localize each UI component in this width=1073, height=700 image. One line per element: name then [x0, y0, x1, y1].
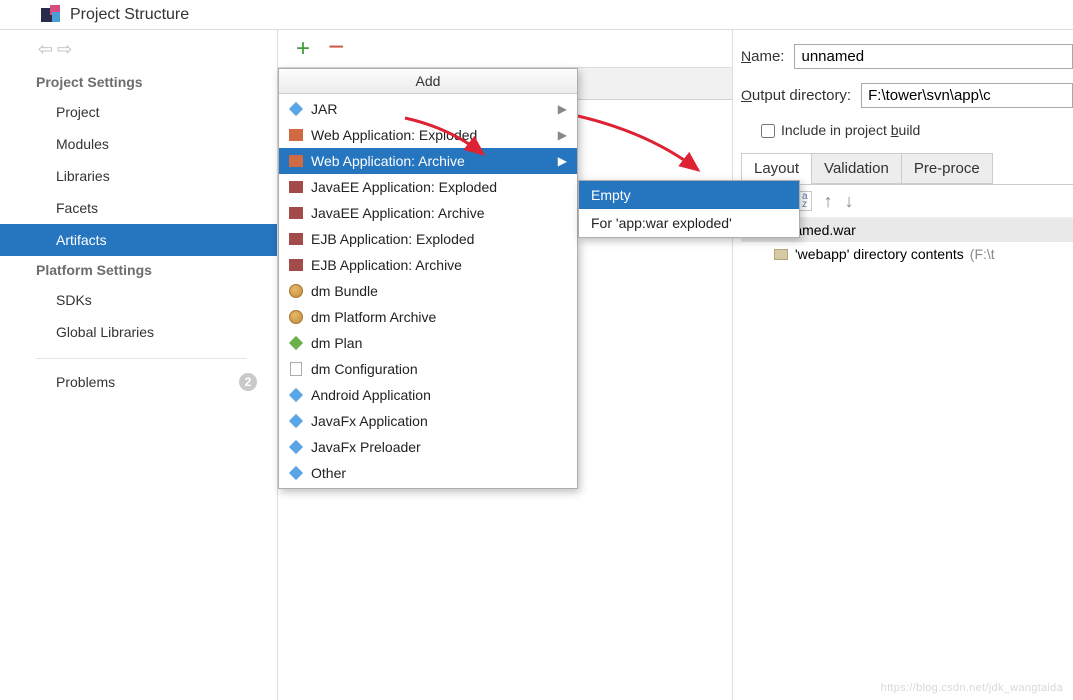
tab-preprocessing[interactable]: Pre-proce — [901, 153, 993, 184]
problems-count-badge: 2 — [239, 373, 257, 391]
artifact-details-panel: Name: Output directory: Include in proje… — [733, 30, 1073, 700]
menu-item-dm-configuration[interactable]: dm Configuration — [279, 356, 577, 382]
submenu-empty[interactable]: Empty — [579, 181, 799, 209]
diamond-icon — [287, 464, 305, 482]
window-title: Project Structure — [70, 6, 189, 24]
sidebar-item-artifacts[interactable]: Artifacts — [0, 224, 277, 256]
menu-item-javafx-preloader[interactable]: JavaFx Preloader — [279, 434, 577, 460]
menu-item-javaee-archive[interactable]: JavaEE Application: Archive — [279, 200, 577, 226]
name-label: Name: — [741, 48, 784, 65]
include-build-label: Include in project build — [781, 122, 920, 139]
nav-back-icon[interactable]: ⇦ — [38, 40, 53, 58]
leaf-icon — [287, 334, 305, 352]
remove-artifact-icon[interactable]: − — [328, 33, 344, 61]
layout-down-icon[interactable]: ↓ — [845, 192, 854, 210]
sidebar: ⇦ ⇨ Project Settings Project Modules Lib… — [0, 30, 278, 700]
layout-up-icon[interactable]: ↑ — [824, 192, 833, 210]
menu-item-web-exploded[interactable]: Web Application: Exploded ▶ — [279, 122, 577, 148]
menu-item-dm-platform-archive[interactable]: dm Platform Archive — [279, 304, 577, 330]
submenu-arrow-icon: ▶ — [558, 128, 567, 142]
sidebar-divider — [36, 358, 247, 359]
menu-item-javafx-app[interactable]: JavaFx Application — [279, 408, 577, 434]
sidebar-section-platform: Platform Settings — [0, 256, 277, 284]
gift-icon — [287, 126, 305, 144]
gift-icon — [287, 230, 305, 248]
menu-item-javaee-exploded[interactable]: JavaEE Application: Exploded — [279, 174, 577, 200]
add-menu: Add JAR ▶ Web Application: Exploded ▶ We… — [278, 68, 578, 489]
sidebar-item-facets[interactable]: Facets — [0, 192, 277, 224]
artifacts-panel: + − Add JAR ▶ Web Application: Exploded … — [278, 30, 733, 700]
tree-child-label: 'webapp' directory contents — [795, 246, 964, 262]
sidebar-item-problems[interactable]: Problems 2 — [0, 365, 277, 399]
title-bar: Project Structure — [0, 0, 1073, 30]
menu-item-ejb-archive[interactable]: EJB Application: Archive — [279, 252, 577, 278]
diamond-icon — [287, 386, 305, 404]
watermark-text: https://blog.csdn.net/jdk_wangtaida — [881, 682, 1063, 694]
gift-icon — [287, 256, 305, 274]
menu-item-android[interactable]: Android Application — [279, 382, 577, 408]
gift-icon — [287, 204, 305, 222]
add-artifact-icon[interactable]: + — [296, 37, 310, 61]
submenu-for-app-war[interactable]: For 'app:war exploded' — [579, 209, 799, 237]
page-icon — [287, 360, 305, 378]
sidebar-section-project: Project Settings — [0, 68, 277, 96]
artifacts-toolbar: + − — [278, 30, 732, 68]
tree-child-suffix: (F:\t — [970, 246, 995, 262]
menu-item-jar[interactable]: JAR ▶ — [279, 96, 577, 122]
sidebar-item-libraries[interactable]: Libraries — [0, 160, 277, 192]
nav-forward-icon[interactable]: ⇨ — [57, 40, 72, 58]
tree-child-row[interactable]: 'webapp' directory contents (F:\t — [741, 242, 1073, 266]
nav-arrow-group: ⇦ ⇨ — [0, 36, 277, 68]
sidebar-item-sdks[interactable]: SDKs — [0, 284, 277, 316]
tab-validation[interactable]: Validation — [811, 153, 902, 184]
menu-item-ejb-exploded[interactable]: EJB Application: Exploded — [279, 226, 577, 252]
output-dir-row: Output directory: — [741, 83, 1073, 108]
diamond-icon — [287, 100, 305, 118]
add-menu-list: JAR ▶ Web Application: Exploded ▶ Web Ap… — [279, 94, 577, 488]
submenu-arrow-icon: ▶ — [558, 154, 567, 168]
menu-item-other[interactable]: Other — [279, 460, 577, 486]
menu-item-web-archive[interactable]: Web Application: Archive ▶ — [279, 148, 577, 174]
name-input[interactable] — [794, 44, 1073, 69]
include-build-row[interactable]: Include in project build — [761, 122, 1073, 139]
gift-icon — [287, 152, 305, 170]
diamond-icon — [287, 412, 305, 430]
menu-item-dm-plan[interactable]: dm Plan — [279, 330, 577, 356]
diamond-icon — [287, 438, 305, 456]
gift-icon — [287, 178, 305, 196]
idea-logo-icon — [40, 4, 62, 26]
name-row: Name: — [741, 44, 1073, 69]
submenu-arrow-icon: ▶ — [558, 102, 567, 116]
globe-icon — [287, 282, 305, 300]
include-build-checkbox[interactable] — [761, 124, 775, 138]
menu-item-dm-bundle[interactable]: dm Bundle — [279, 278, 577, 304]
add-submenu: Empty For 'app:war exploded' — [578, 180, 800, 238]
folder-icon — [773, 246, 789, 262]
output-dir-label: Output directory: — [741, 87, 851, 104]
globe-icon — [287, 308, 305, 326]
sidebar-item-project[interactable]: Project — [0, 96, 277, 128]
output-dir-input[interactable] — [861, 83, 1073, 108]
add-menu-header: Add — [279, 69, 577, 94]
main-content: ⇦ ⇨ Project Settings Project Modules Lib… — [0, 30, 1073, 700]
sidebar-item-global-libraries[interactable]: Global Libraries — [0, 316, 277, 348]
sidebar-item-modules[interactable]: Modules — [0, 128, 277, 160]
